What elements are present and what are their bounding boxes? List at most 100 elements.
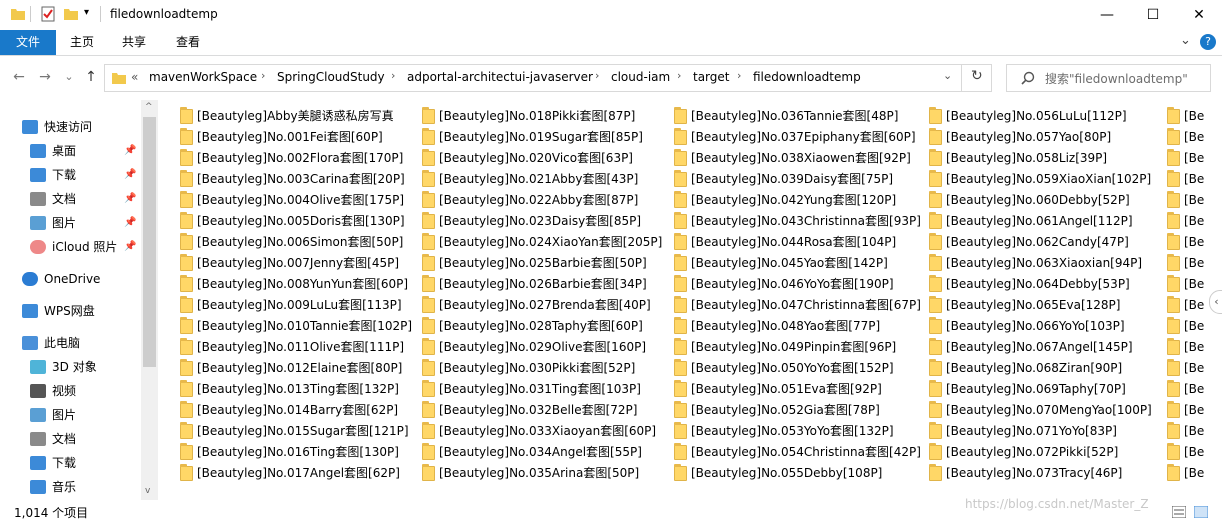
breadcrumb-item[interactable]: adportal-architectui-javaserver [407, 70, 593, 84]
breadcrumb-separator[interactable]: › [677, 69, 681, 82]
folder-name: [Beautyleg]No.069Taphy[70P] [946, 382, 1126, 396]
folder-icon [929, 338, 942, 355]
search-input[interactable]: 搜索"filedownloadtemp" [1045, 70, 1188, 87]
folder-icon [1167, 401, 1180, 418]
folder-name: [Beautyleg]No.052Gia套图[78P] [691, 403, 880, 417]
address-bar[interactable]: « mavenWorkSpace › SpringCloudStudy › ad… [104, 64, 992, 92]
address-history-dropdown[interactable]: ⌄ [943, 69, 952, 82]
folder-name: [Beautyleg]No.026Barbie套图[34P] [439, 277, 647, 291]
breadcrumb-separator[interactable]: › [595, 69, 599, 82]
tab-home[interactable]: 主页 [56, 30, 108, 55]
side-panel-toggle[interactable]: ‹ [1209, 290, 1222, 314]
folder-name: [Beautyleg]No.043Christinna套图[93P] [691, 214, 921, 228]
folder-name: [Beautyleg]No.037Epiphany套图[60P] [691, 130, 916, 144]
breadcrumb-separator[interactable]: › [737, 69, 741, 82]
folder-icon [929, 191, 942, 208]
breadcrumb-item[interactable]: mavenWorkSpace [149, 70, 257, 84]
folder-icon [929, 317, 942, 334]
nav-scroll-down[interactable]: v [145, 486, 150, 496]
nav-pane-scroll-thumb[interactable] [143, 117, 156, 367]
folder-name: [Beautyleg]No.054Christinna套图[42P] [691, 445, 921, 459]
tab-file[interactable]: 文件 [0, 30, 56, 55]
minimize-button[interactable]: — [1084, 0, 1130, 30]
breadcrumb-item[interactable]: cloud-iam [611, 70, 670, 84]
details-view-icon[interactable] [1172, 506, 1186, 518]
folder-name: [Beautyleg]No.035Arina套图[50P] [439, 466, 640, 480]
wps-cloud-icon [22, 304, 38, 318]
folder-name: [Beautyleg]No.061Angel[112P] [946, 214, 1133, 228]
icloud-photos-icon [30, 240, 46, 254]
forward-button[interactable]: → [34, 66, 56, 88]
download-icon [30, 168, 46, 182]
breadcrumb-item[interactable]: target [693, 70, 730, 84]
folder-name: [Beautyleg]No.024XiaoYan套图[205P] [439, 235, 663, 249]
maximize-button[interactable]: ☐ [1130, 0, 1176, 30]
folder-icon [1167, 464, 1180, 481]
folder-icon [422, 233, 435, 250]
nav-scroll-up[interactable]: ^ [145, 102, 153, 112]
back-button[interactable]: ← [8, 66, 30, 88]
close-button[interactable]: ✕ [1176, 0, 1222, 30]
folder-name: [Beautyleg]No.020Vico套图[63P] [439, 151, 633, 165]
large-icons-view-icon[interactable] [1194, 506, 1208, 518]
sidebar-item-label: 下载 [52, 168, 77, 182]
folder-icon [422, 212, 435, 229]
breadcrumb-separator[interactable]: › [261, 69, 265, 82]
folder-icon [422, 275, 435, 292]
folder-name: [Beautyleg]No.051Eva套图[92P] [691, 382, 882, 396]
folder-icon [674, 464, 687, 481]
pin-icon: 📌 [124, 169, 137, 180]
folder-icon [180, 212, 193, 229]
folder-icon [422, 422, 435, 439]
folder-icon [180, 338, 193, 355]
folder-icon [1167, 170, 1180, 187]
help-button[interactable]: ? [1200, 34, 1216, 50]
breadcrumb-overflow[interactable]: « [131, 70, 138, 84]
up-button[interactable]: ↑ [80, 66, 102, 88]
folder-icon [422, 128, 435, 145]
folder-name: [Beautyleg]No.016Ting套图[130P] [197, 445, 399, 459]
recent-locations-button[interactable]: ⌄ [58, 66, 80, 88]
folder-icon [674, 380, 687, 397]
folder-name: [Be [1184, 298, 1205, 312]
folder-name: [Be [1184, 172, 1205, 186]
breadcrumb-item[interactable]: SpringCloudStudy [277, 70, 385, 84]
folder-name: [Beautyleg]No.028Taphy套图[60P] [439, 319, 643, 333]
folder-icon [422, 107, 435, 124]
folder-icon [674, 401, 687, 418]
picture-icon [30, 408, 46, 422]
ribbon-expand-button[interactable]: ⌄ [1180, 33, 1191, 48]
folder-name: [Beautyleg]No.062Candy[47P] [946, 235, 1129, 249]
folder-name: [Beautyleg]No.036Tannie套图[48P] [691, 109, 899, 123]
folder-name: [Beautyleg]No.064Debby[53P] [946, 277, 1130, 291]
folder-name: [Beautyleg]No.057Yao[80P] [946, 130, 1112, 144]
search-box[interactable]: 搜索"filedownloadtemp" [1006, 64, 1211, 92]
sidebar-item-label: OneDrive [44, 272, 101, 286]
tab-share[interactable]: 共享 [108, 30, 160, 55]
folder-name: [Beautyleg]No.029Olive套图[160P] [439, 340, 647, 354]
folder-name: [Beautyleg]No.008YunYun套图[60P] [197, 277, 409, 291]
folder-name: [Beautyleg]No.038Xiaowen套图[92P] [691, 151, 911, 165]
folder-icon [929, 275, 942, 292]
sidebar-item-label: iCloud 照片 [52, 240, 118, 254]
folder-icon [422, 254, 435, 271]
breadcrumb-separator[interactable]: › [391, 69, 395, 82]
folder-name: [Beautyleg]No.001Fei套图[60P] [197, 130, 383, 144]
watermark: https://blog.csdn.net/Master_Z [965, 497, 1149, 511]
folder-name: [Beautyleg]No.053YoYo套图[132P] [691, 424, 894, 438]
properties-icon[interactable] [40, 6, 56, 22]
refresh-button[interactable]: ↻ [971, 68, 983, 84]
quick-access-dropdown[interactable]: ▾ [84, 7, 89, 18]
folder-icon [674, 170, 687, 187]
folder-name: [Beautyleg]No.003Carina套图[20P] [197, 172, 405, 186]
folder-name: [Beautyleg]No.017Angel套图[62P] [197, 466, 400, 480]
folder-name: [Beautyleg]No.025Barbie套图[50P] [439, 256, 647, 270]
tab-view[interactable]: 查看 [160, 30, 216, 55]
new-folder-icon[interactable] [63, 6, 79, 22]
folder-icon [422, 380, 435, 397]
folder-name: [Beautyleg]No.063Xiaoxian[94P] [946, 256, 1143, 270]
folder-name: [Beautyleg]No.065Eva[128P] [946, 298, 1121, 312]
window-title: filedownloadtemp [110, 7, 218, 21]
breadcrumb-current[interactable]: filedownloadtemp [753, 70, 861, 84]
folder-icon [674, 296, 687, 313]
